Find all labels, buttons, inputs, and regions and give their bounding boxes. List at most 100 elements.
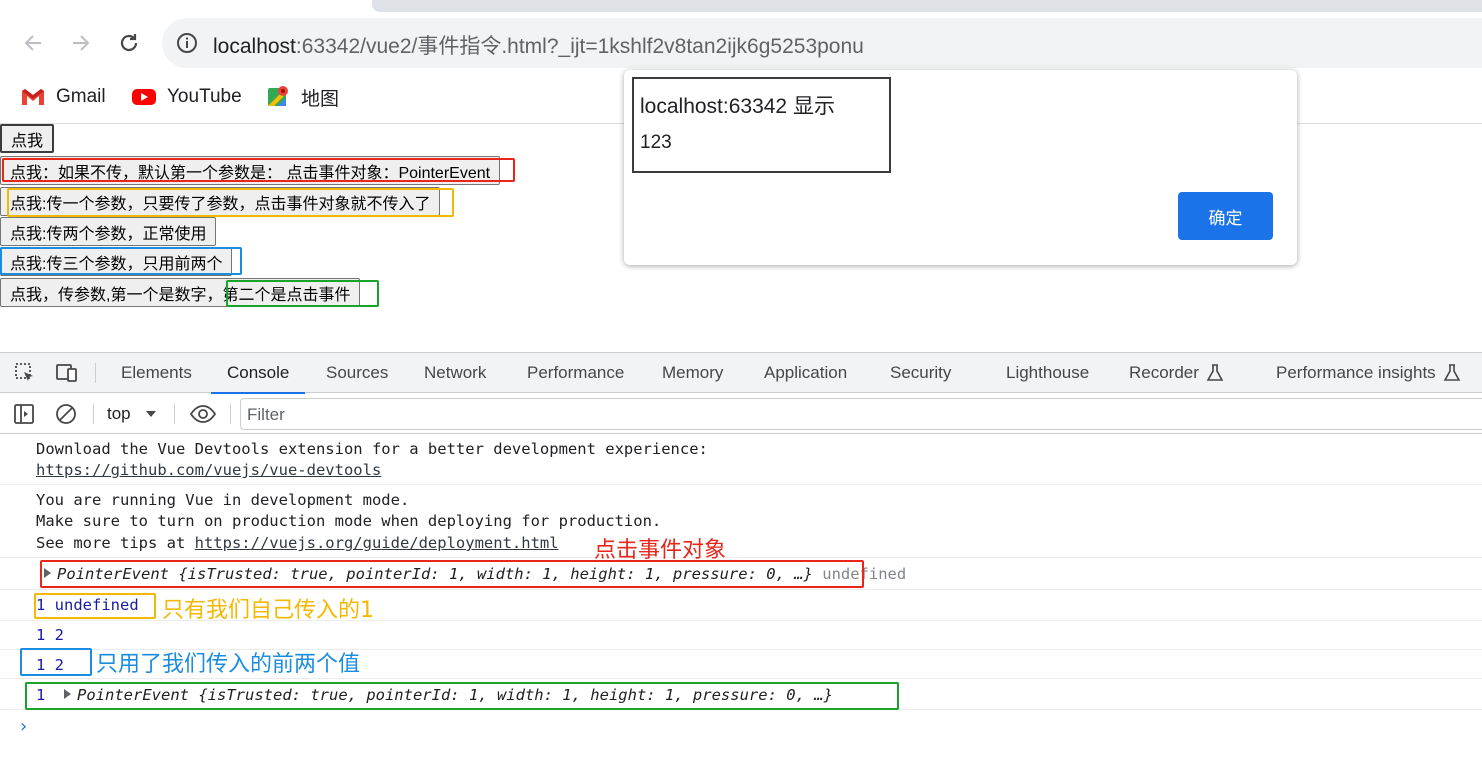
console-message: Download the Vue Devtools extension for …	[0, 434, 1482, 485]
console-message: 1 PointerEvent {isTrusted: true, pointer…	[0, 680, 1482, 710]
url-host: localhost	[213, 35, 296, 58]
log-text-with-link: See more tips at https://vuejs.org/guide…	[36, 534, 559, 552]
tab-security[interactable]: Security	[890, 353, 951, 393]
bookmark-gmail[interactable]: Gmail	[20, 82, 106, 112]
tab-memory[interactable]: Memory	[662, 353, 723, 393]
reload-icon	[120, 34, 138, 52]
reload-button[interactable]	[114, 28, 144, 58]
site-info-icon[interactable]	[176, 32, 198, 59]
bookmark-label: Gmail	[56, 86, 106, 107]
forward-arrow-icon	[73, 35, 90, 51]
toolbar-separator	[174, 404, 175, 424]
bookmark-youtube[interactable]: YouTube	[131, 82, 242, 112]
log-value: 1 undefined	[36, 596, 139, 614]
tab-performance-insights[interactable]: Performance insights	[1276, 353, 1460, 393]
click-one-param-button[interactable]: 点我:传一个参数，只要传了参数，点击事件对象就不传入了	[0, 187, 441, 216]
click-number-and-event-button[interactable]: 点我，传参数,第一个是数字，第二个是点击事件	[0, 278, 361, 307]
annotation-first-two-values: 只用了我们传入的前两个值	[96, 652, 361, 677]
forward-button[interactable]	[66, 28, 96, 58]
log-value: 1 2	[36, 626, 64, 644]
alert-dialog: localhost:63342 显示 123 确定	[624, 70, 1297, 265]
tab-lighthouse[interactable]: Lighthouse	[1006, 353, 1089, 393]
clear-console-button[interactable]	[52, 400, 80, 428]
bookmark-label: 地图	[301, 88, 340, 110]
log-text: Make sure to turn on production mode whe…	[36, 512, 662, 530]
tab-console[interactable]: Console	[210, 353, 306, 394]
tab-performance-insights-label: Performance insights	[1276, 363, 1436, 382]
eye-icon	[189, 405, 217, 423]
sidebar-toggle-icon	[14, 404, 34, 424]
show-sidebar-button[interactable]	[10, 400, 38, 428]
maps-icon	[265, 86, 291, 108]
click-two-params-button[interactable]: 点我:传两个参数，正常使用	[0, 217, 217, 246]
tab-performance[interactable]: Performance	[527, 353, 624, 393]
context-selector[interactable]: top	[107, 402, 157, 426]
console-filter-input[interactable]: Filter	[240, 398, 1482, 430]
back-button[interactable]	[18, 28, 48, 58]
click-three-params-button[interactable]: 点我:传三个参数，只用前两个	[0, 247, 233, 276]
log-text: 1 2	[36, 626, 64, 644]
log-prefix: See more tips at	[36, 534, 195, 552]
inspect-element-button[interactable]	[11, 359, 39, 387]
log-text: 1 2	[36, 656, 64, 674]
tab-application[interactable]: Application	[764, 353, 847, 393]
toolbar-separator	[95, 363, 96, 383]
console-prompt-chevron-icon[interactable]: ›	[18, 716, 29, 737]
tab-sources[interactable]: Sources	[326, 353, 388, 393]
device-toggle-icon	[56, 364, 77, 382]
log-text: You are running Vue in development mode.	[36, 491, 410, 509]
tab-strip	[372, 0, 1482, 12]
live-expression-button[interactable]	[188, 400, 218, 428]
dialog-ok-button[interactable]: 确定	[1178, 192, 1273, 240]
dialog-message: 123	[640, 132, 672, 153]
console-toolbar: top Filter	[0, 394, 1482, 434]
log-value: 1 2	[36, 656, 64, 674]
log-object-props: {isTrusted: true, pointerId: 1, width: 1…	[178, 565, 813, 583]
back-arrow-icon	[24, 35, 41, 51]
expand-triangle-icon[interactable]	[44, 568, 51, 578]
address-bar[interactable]: localhost:63342/vue2/事件指令.html?_ijt=1ksh…	[162, 18, 1482, 68]
vue-deployment-link[interactable]: https://vuejs.org/guide/deployment.html	[195, 534, 559, 552]
bookmark-maps[interactable]: 地图	[265, 82, 339, 112]
tab-network[interactable]: Network	[424, 353, 486, 393]
log-undefined: undefined	[822, 565, 907, 583]
vue-devtools-link[interactable]: https://github.com/vuejs/vue-devtools	[36, 461, 381, 479]
log-object-name: PointerEvent	[57, 565, 169, 583]
youtube-icon	[131, 86, 157, 108]
log-text: 1 undefined	[36, 596, 139, 614]
browser-toolbar: localhost:63342/vue2/事件指令.html?_ijt=1ksh…	[0, 18, 1482, 70]
console-message: PointerEvent {isTrusted: true, pointerId…	[0, 559, 1482, 590]
tab-recorder[interactable]: Recorder	[1129, 353, 1223, 393]
annotation-only-our-value: 只有我们自己传入的1	[162, 598, 374, 623]
devtools-tab-bar: Elements Console Sources Network Perform…	[0, 353, 1482, 394]
log-object-line[interactable]: 1 PointerEvent {isTrusted: true, pointer…	[36, 686, 833, 704]
log-object-props: {isTrusted: true, pointerId: 1, width: 1…	[198, 686, 833, 704]
experiment-flask-icon	[1206, 364, 1223, 381]
bookmark-label: YouTube	[167, 86, 242, 107]
console-message: You are running Vue in development mode.…	[0, 486, 1482, 558]
clear-icon	[56, 404, 76, 424]
log-value: 1	[36, 686, 46, 704]
log-text: Download the Vue Devtools extension for …	[36, 440, 708, 458]
gmail-icon	[20, 86, 46, 108]
log-object-line[interactable]: PointerEvent {isTrusted: true, pointerId…	[44, 565, 906, 583]
annotation-event-object: 点击事件对象	[594, 538, 727, 563]
tab-recorder-label: Recorder	[1129, 363, 1199, 382]
log-object-name: PointerEvent	[77, 686, 189, 704]
toolbar-separator	[230, 404, 231, 424]
click-me-button[interactable]: 点我	[0, 124, 55, 153]
expand-triangle-icon[interactable]	[64, 689, 72, 699]
log-link-line: https://github.com/vuejs/vue-devtools	[36, 461, 381, 479]
tab-elements[interactable]: Elements	[121, 353, 192, 393]
dialog-title: localhost:63342 显示	[640, 95, 835, 118]
dropdown-arrow-icon	[145, 411, 156, 417]
toolbar-separator	[93, 404, 94, 424]
inspect-icon	[15, 363, 33, 381]
context-label: top	[107, 404, 131, 423]
device-toolbar-button[interactable]	[52, 359, 80, 387]
filter-placeholder: Filter	[247, 405, 285, 424]
url-path: :63342/vue2/事件指令.html?_ijt=1kshlf2v8tan2…	[295, 35, 864, 58]
url-text[interactable]: localhost:63342/vue2/事件指令.html?_ijt=1ksh…	[213, 30, 864, 60]
click-default-event-button[interactable]: 点我：如果不传，默认第一个参数是： 点击事件对象：PointerEvent	[0, 156, 501, 185]
experiment-flask-icon	[1443, 364, 1460, 381]
